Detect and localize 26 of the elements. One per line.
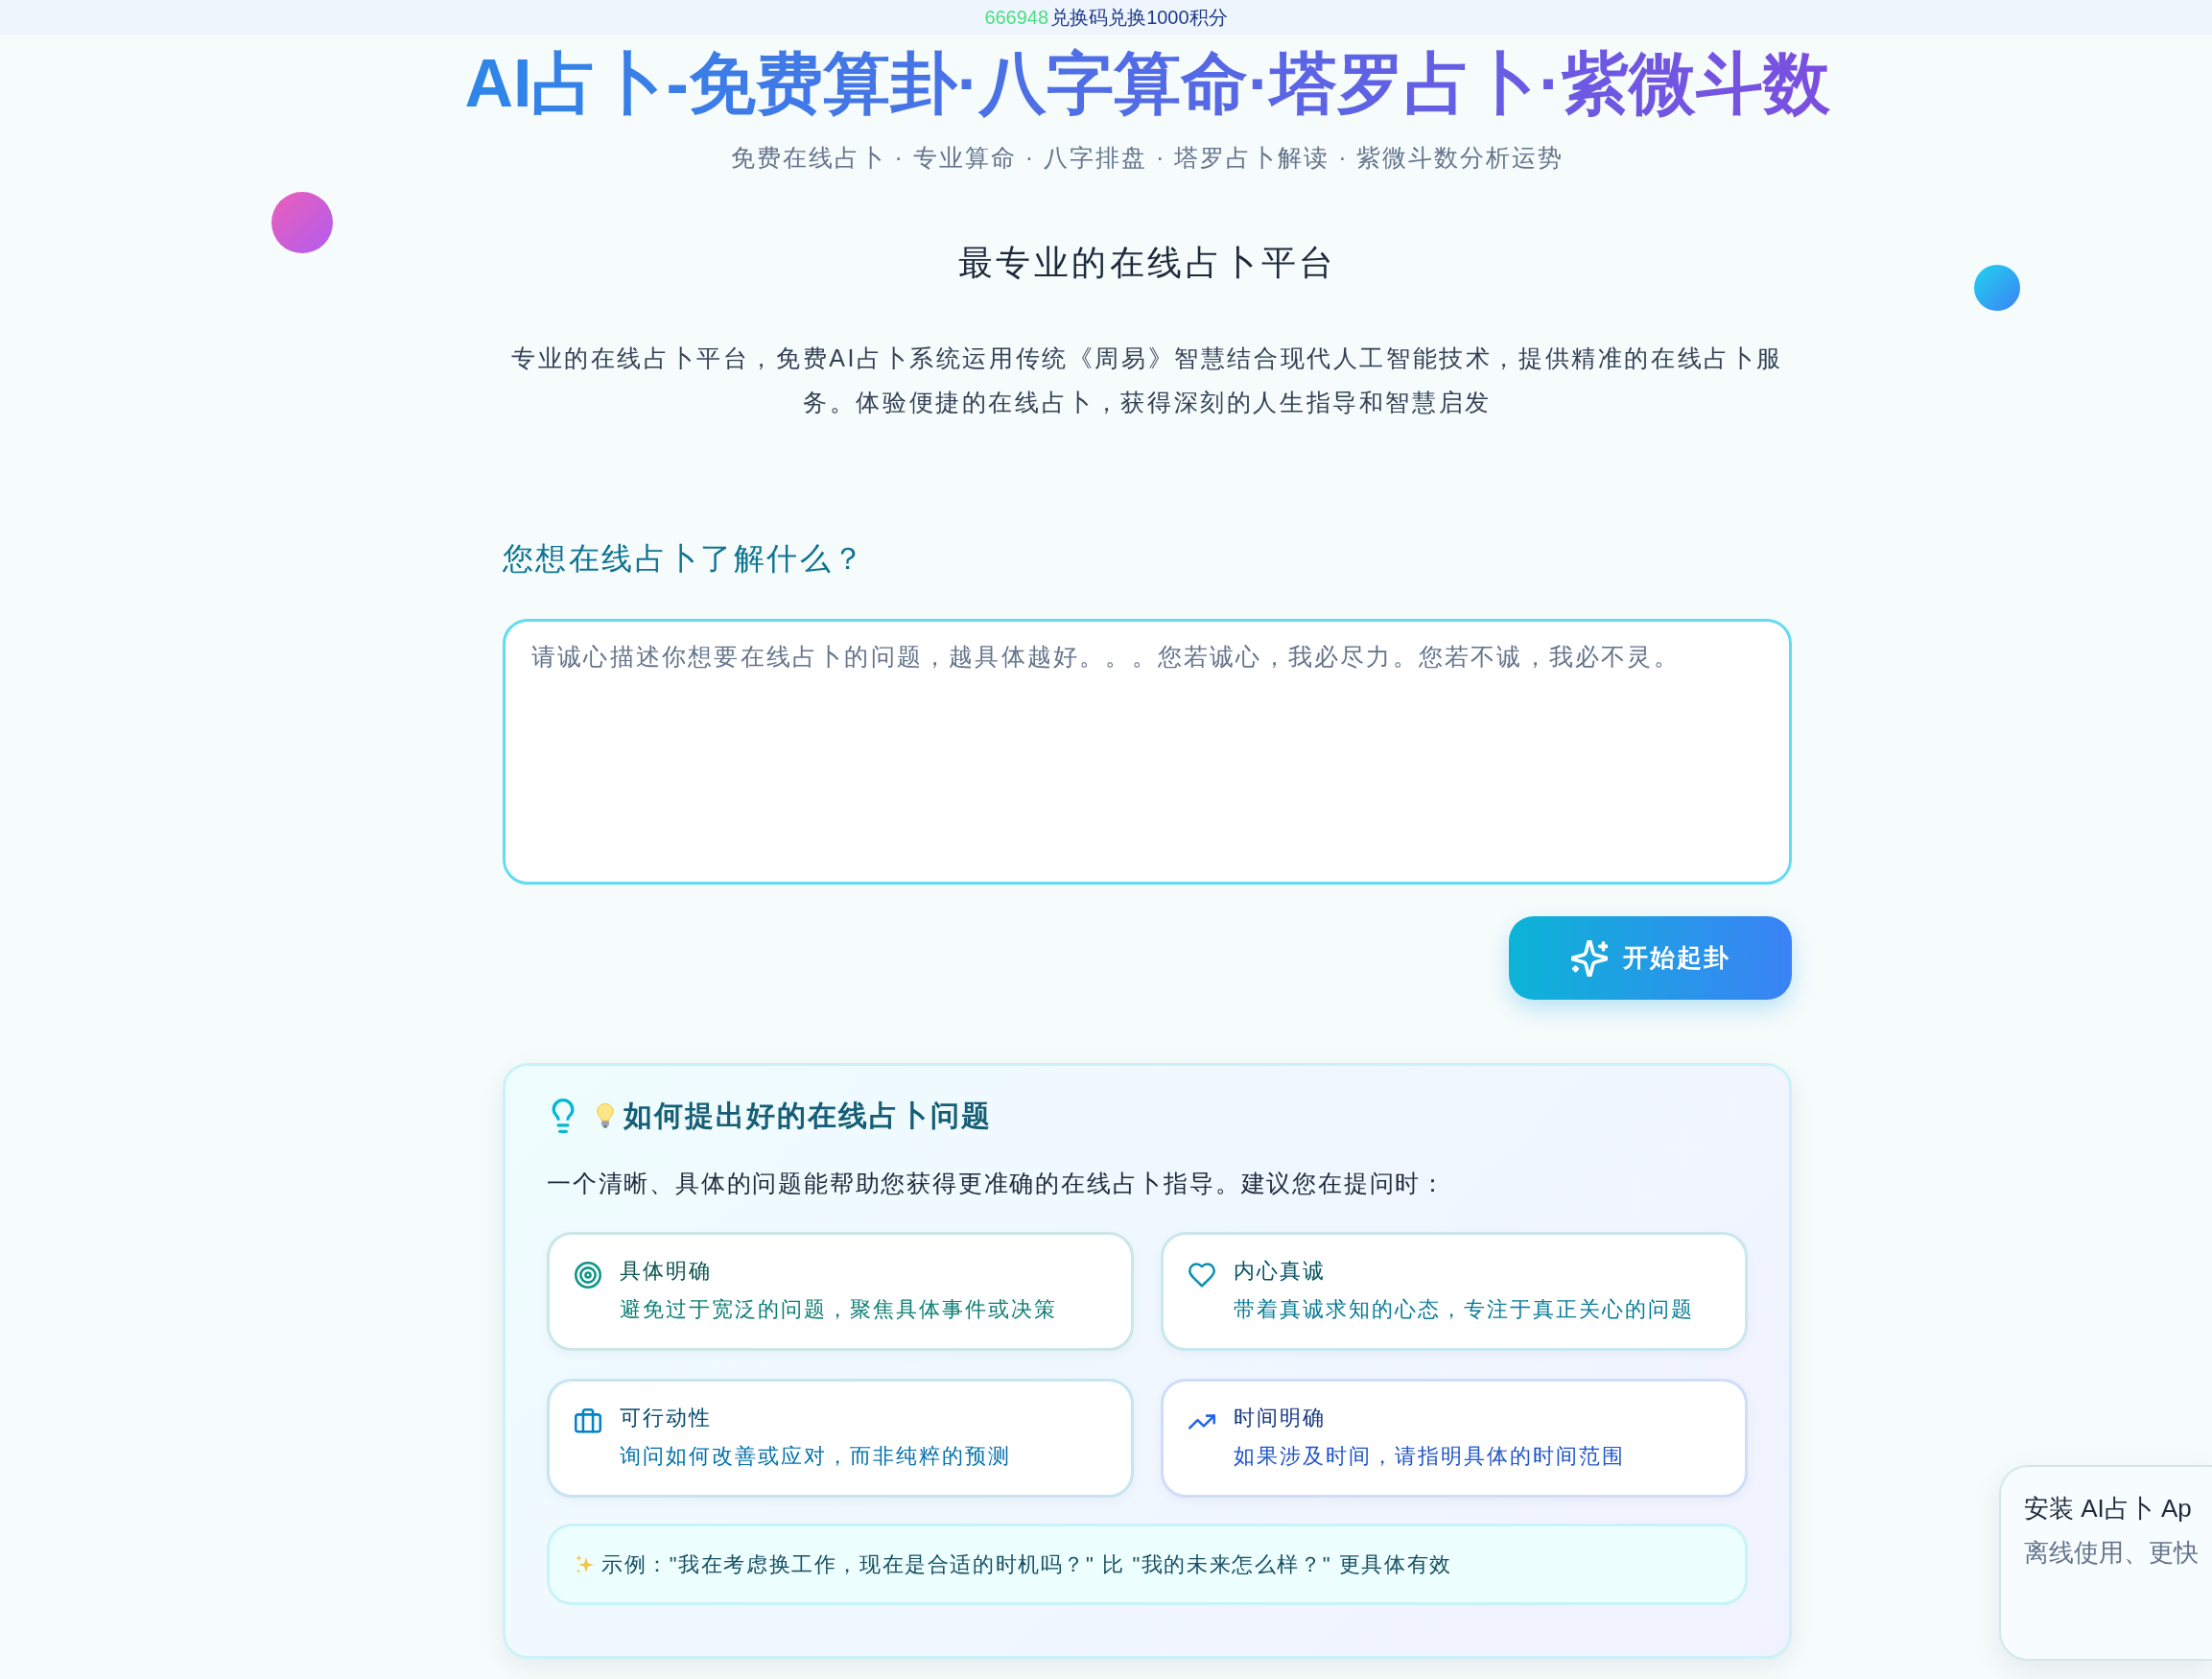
tip-text: 询问如何改善或应对，而非纯粹的预测 <box>620 1443 1011 1470</box>
promo-text: 兑换码兑换1000积分 <box>1050 5 1228 30</box>
lightbulb-icon <box>551 1099 576 1133</box>
install-text: 离线使用、更快 <box>2024 1537 2200 1569</box>
tip-text: 如果涉及时间，请指明具体的时间范围 <box>1234 1443 1625 1470</box>
tip-title: 可行动性 <box>620 1405 713 1431</box>
page-title: AI占卜-免费算卦·八字算命·塔罗占卜·紫微斗数 <box>464 46 1830 121</box>
install-prompt[interactable]: 安装 AI占卜 Ap 离线使用、更快 <box>1999 1465 2212 1661</box>
tip-text: 带着真诚求知的心态，专注于真正关心的问题 <box>1234 1296 1694 1323</box>
section-heading: 最专业的在线占卜平台 <box>956 242 1338 284</box>
tip-title: 内心真诚 <box>1234 1258 1327 1285</box>
tips-description: 一个清晰、具体的问题能帮助您获得更准确的在线占卜指导。建议您在提问时： <box>547 1169 1447 1198</box>
tip-text: 避免过于宽泛的问题，聚焦具体事件或决策 <box>620 1296 1057 1323</box>
page-subtitle: 免费在线占卜 · 专业算命 · 八字排盘 · 塔罗占卜解读 · 紫微斗数分析运势 <box>730 143 1565 173</box>
lightbulb-icon <box>597 1103 614 1128</box>
install-title: 安装 AI占卜 Ap <box>2024 1493 2193 1525</box>
tips-title: 如何提出好的在线占卜问题 <box>624 1098 992 1133</box>
intro-paragraph: 专业的在线占卜平台，免费AI占卜系统运用传统《周易》智慧结合现代人工智能技术，提供精准的在线占卜服务。体验便捷的在线占卜，获得深刻的人生指导和智慧启发 <box>510 343 1784 417</box>
decorative-orb <box>1974 265 2020 311</box>
promo-code: 666948 <box>984 6 1049 29</box>
question-label: 您想在线占卜了解什么？ <box>503 540 867 578</box>
sparkles-icon <box>1570 939 1608 977</box>
example-text: 示例："我在考虑换工作，现在是合适的时机吗？" 比 "我的未来怎么样？" 更具体有效 <box>601 1550 1452 1578</box>
question-input[interactable]: 请诚心描述你想要在线占卜的问题，越具体越好。。。您若诚心，我必尽力。您若不诚，我必不灵。 <box>503 619 1792 885</box>
tip-title: 具体明确 <box>620 1258 713 1285</box>
tip-title: 时间明确 <box>1234 1405 1327 1431</box>
